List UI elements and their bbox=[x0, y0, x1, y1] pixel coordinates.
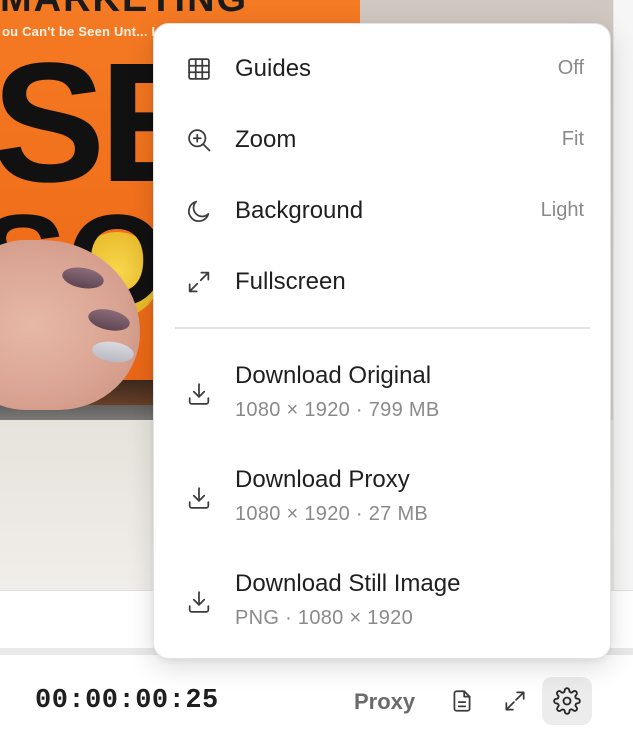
fullscreen-icon[interactable] bbox=[498, 684, 532, 718]
gear-icon bbox=[553, 687, 581, 715]
menu-item-download-still-image[interactable]: Download Still Image PNG · 1080 × 1920 bbox=[154, 560, 612, 650]
menu-item-download-original[interactable]: Download Original 1080 × 1920 · 799 MB bbox=[154, 352, 612, 442]
download-icon bbox=[183, 482, 215, 514]
menu-item-detail: 1080 × 1920 · 799 MB bbox=[235, 399, 440, 421]
menu-item-label: Download Original bbox=[235, 362, 432, 389]
quality-toggle[interactable]: Proxy bbox=[354, 689, 415, 715]
menu-item-label: Download Proxy bbox=[235, 466, 410, 493]
menu-item-detail: 1080 × 1920 · 27 MB bbox=[235, 503, 429, 525]
settings-button[interactable] bbox=[542, 677, 592, 725]
grid-icon bbox=[183, 53, 215, 85]
menu-item-detail: PNG · 1080 × 1920 bbox=[235, 607, 413, 629]
menu-item-guides[interactable]: Guides Off bbox=[154, 39, 612, 99]
menu-item-label: Download Still Image bbox=[235, 570, 461, 597]
menu-item-value: Light bbox=[540, 199, 584, 221]
timecode-display: 00:00:00:25 bbox=[35, 686, 219, 716]
document-icon[interactable] bbox=[445, 684, 479, 718]
menu-item-label: Zoom bbox=[235, 126, 297, 153]
menu-item-label: Guides bbox=[235, 55, 312, 82]
expand-icon bbox=[183, 266, 215, 298]
menu-item-download-proxy[interactable]: Download Proxy 1080 × 1920 · 27 MB bbox=[154, 456, 612, 546]
menu-divider bbox=[175, 327, 590, 329]
download-icon bbox=[183, 378, 215, 410]
right-edge-panel bbox=[613, 0, 633, 590]
moon-icon bbox=[183, 195, 215, 227]
download-icon bbox=[183, 586, 215, 618]
menu-item-label: Background bbox=[235, 197, 364, 224]
menu-item-value: Fit bbox=[561, 128, 584, 150]
menu-item-fullscreen[interactable]: Fullscreen bbox=[154, 252, 612, 312]
menu-item-label: Fullscreen bbox=[235, 268, 346, 295]
menu-item-background[interactable]: Background Light bbox=[154, 181, 612, 241]
menu-item-value: Off bbox=[557, 57, 584, 79]
menu-item-zoom[interactable]: Zoom Fit bbox=[154, 110, 612, 170]
book-headline: MARKETING bbox=[0, 0, 248, 21]
settings-menu: Guides Off Zoom Fit Background Light Ful… bbox=[153, 23, 611, 659]
zoom-in-icon bbox=[183, 124, 215, 156]
